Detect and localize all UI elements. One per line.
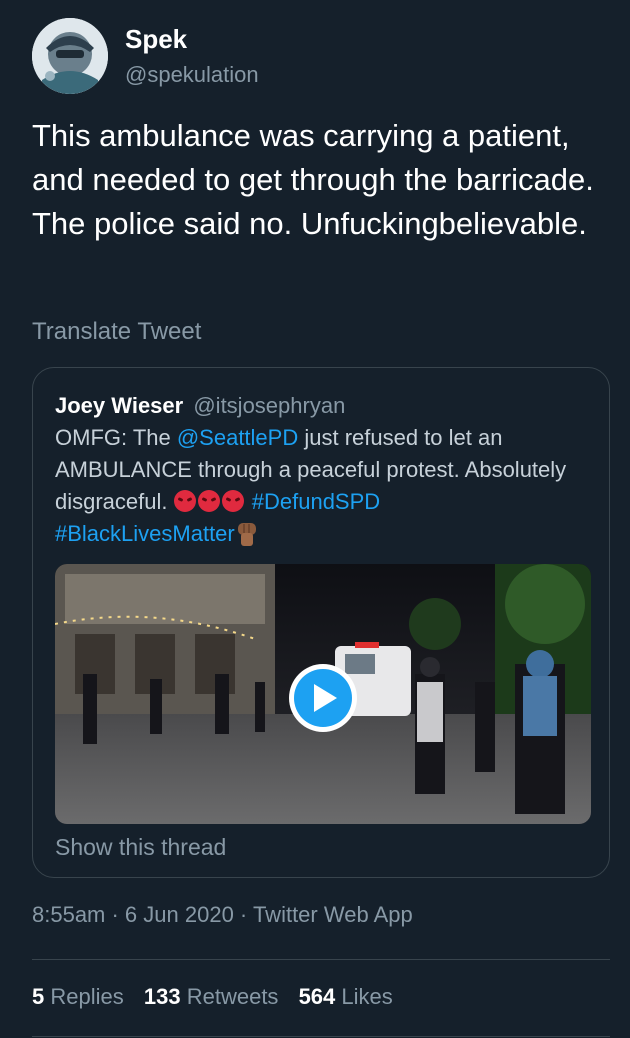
quoted-author: Joey Wieser @itsjosephryan (55, 393, 345, 419)
author-name[interactable]: Spek (125, 24, 187, 55)
replies-stat[interactable]: 5 Replies (32, 984, 124, 1009)
quoted-tweet[interactable]: Joey Wieser @itsjosephryan OMFG: The @Se… (32, 367, 610, 878)
divider (32, 959, 610, 960)
tweet-text: This ambulance was carrying a patient, a… (32, 118, 594, 241)
quoted-author-handle: @itsjosephryan (193, 393, 346, 418)
retweets-stat[interactable]: 133 Retweets (144, 984, 279, 1009)
replies-count: 5 (32, 984, 45, 1009)
quoted-text-part1: OMFG: The (55, 425, 177, 450)
divider (32, 1036, 610, 1037)
quoted-tweet-text: OMFG: The @SeattlePD just refused to let… (55, 422, 595, 550)
translate-tweet-link[interactable]: Translate Tweet (32, 318, 201, 346)
angry-face-icon (197, 490, 220, 512)
mention-link[interactable]: @SeattlePD (177, 425, 298, 450)
retweets-label: Retweets (186, 984, 279, 1009)
likes-stat[interactable]: 564 Likes (299, 984, 393, 1009)
author-handle[interactable]: @spekulation (125, 62, 259, 88)
tweet-stats: 5 Replies 133 Retweets 564 Likes (32, 984, 407, 1010)
raised-fist-icon (237, 523, 256, 546)
tweet-header: Spek @spekulation (32, 18, 592, 94)
replies-label: Replies (50, 984, 124, 1009)
tweet-timestamp[interactable]: 8:55am · 6 Jun 2020 · Twitter Web App (32, 902, 413, 928)
angry-face-icon (173, 490, 196, 512)
video-thumbnail[interactable] (55, 564, 591, 824)
avatar[interactable] (32, 18, 108, 94)
likes-label: Likes (341, 984, 393, 1009)
hashtag-link[interactable]: #DefundSPD (252, 489, 380, 514)
angry-face-icon (221, 490, 244, 512)
retweets-count: 133 (143, 984, 181, 1009)
quoted-author-name: Joey Wieser (55, 393, 184, 418)
show-thread-link[interactable]: Show this thread (55, 834, 226, 861)
likes-count: 564 (298, 984, 336, 1009)
hashtag-link[interactable]: #BlackLivesMatter (55, 521, 235, 546)
